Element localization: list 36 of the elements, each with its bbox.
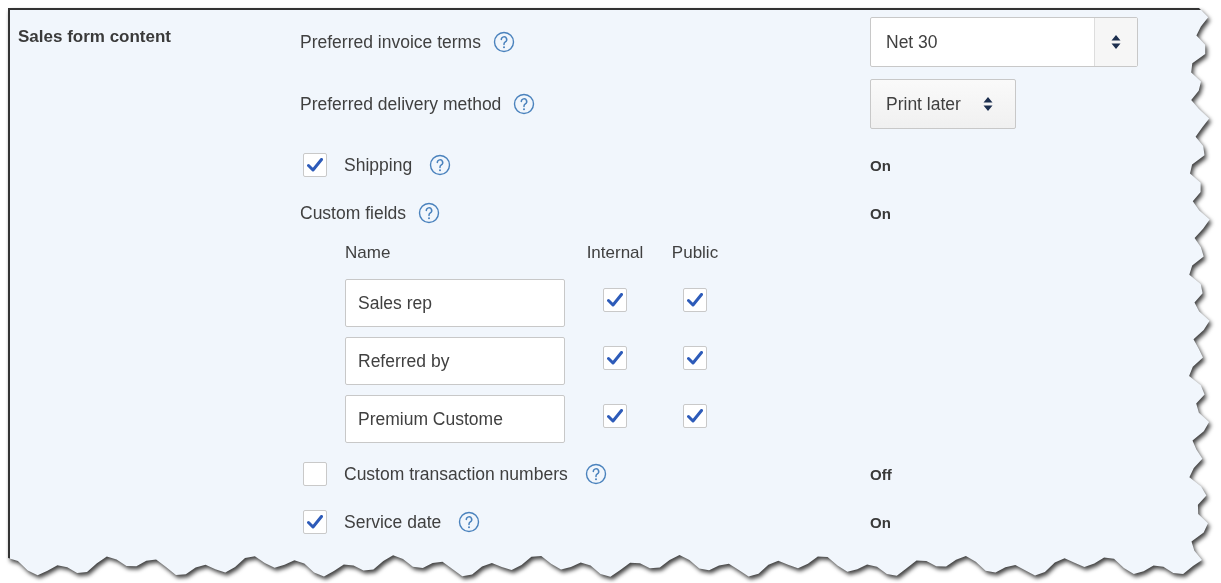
setting-label: Shipping [344,154,413,176]
status-text: On [870,156,892,174]
column-header: Public [670,242,720,264]
up-down-arrows-icon [982,96,993,112]
setting-label: Custom fields [300,202,406,224]
checkbox[interactable] [303,462,327,486]
delivery-dropdown[interactable]: Print later [870,79,1016,129]
setting-label: Service date [344,511,442,533]
status-text: Off [870,465,893,483]
help-icon[interactable] [429,154,452,176]
help-icon[interactable] [418,202,440,224]
custom-field-name-input[interactable]: Sales rep [345,279,565,327]
setting-label: Preferred invoice terms [300,31,481,53]
checkbox[interactable] [683,404,707,428]
column-header: Name [345,242,392,264]
terms-select[interactable]: Net 30 [870,17,1138,67]
column-header: Internal [585,242,645,264]
custom-field-name-input[interactable]: Referred by [345,337,565,385]
checkbox[interactable] [303,153,327,177]
up-down-arrows-icon [1111,34,1121,50]
status-text: On [870,204,892,222]
checkbox[interactable] [603,346,627,370]
checkbox[interactable] [683,288,707,312]
setting-label: Preferred delivery method [300,93,502,115]
status-text: On [870,513,892,531]
checkbox[interactable] [683,346,707,370]
help-icon[interactable] [458,511,481,533]
help-icon[interactable] [584,463,607,485]
custom-field-name-input[interactable]: Premium Custome [345,395,565,443]
setting-label: Custom transaction numbers [344,463,568,485]
checkbox[interactable] [603,404,627,428]
help-icon[interactable] [492,31,515,53]
section-title: Sales form content [18,26,173,47]
checkbox[interactable] [303,510,327,534]
help-icon[interactable] [513,93,536,115]
checkbox[interactable] [603,288,627,312]
